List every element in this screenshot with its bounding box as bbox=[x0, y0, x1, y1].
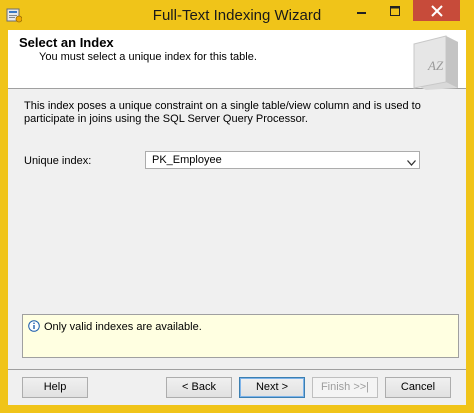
unique-index-value: PK_Employee bbox=[152, 154, 222, 166]
footer-divider bbox=[8, 369, 466, 370]
message-text: Only valid indexes are available. bbox=[44, 321, 202, 333]
chevron-down-icon bbox=[407, 157, 416, 169]
help-button[interactable]: Help bbox=[22, 377, 88, 398]
maximize-icon bbox=[389, 5, 400, 16]
message-panel: Only valid indexes are available. bbox=[22, 314, 459, 358]
finish-button[interactable]: Finish >>| bbox=[312, 377, 378, 398]
next-button[interactable]: Next > bbox=[239, 377, 305, 398]
unique-index-dropdown[interactable]: PK_Employee bbox=[145, 151, 420, 169]
minimize-icon bbox=[356, 11, 366, 14]
back-button[interactable]: < Back bbox=[166, 377, 232, 398]
book-az-icon: AZ bbox=[406, 34, 462, 90]
svg-text:AZ: AZ bbox=[427, 58, 444, 73]
cancel-button[interactable]: Cancel bbox=[385, 377, 451, 398]
unique-index-label: Unique index: bbox=[24, 155, 92, 167]
minimize-button[interactable] bbox=[348, 0, 375, 21]
close-icon bbox=[430, 4, 443, 17]
wizard-header: Select an Index You must select a unique… bbox=[8, 30, 466, 90]
page-subtitle: You must select a unique index for this … bbox=[39, 51, 257, 63]
wizard-window: Full-Text Indexing Wizard Select an Inde… bbox=[0, 0, 474, 413]
maximize-button[interactable] bbox=[381, 0, 408, 21]
info-icon bbox=[28, 320, 40, 332]
description-text: This index poses a unique constraint on … bbox=[24, 100, 421, 125]
title-bar[interactable]: Full-Text Indexing Wizard bbox=[0, 0, 474, 30]
wizard-content: Select an Index You must select a unique… bbox=[8, 30, 466, 405]
close-button[interactable] bbox=[413, 0, 460, 21]
page-title: Select an Index bbox=[19, 35, 114, 50]
